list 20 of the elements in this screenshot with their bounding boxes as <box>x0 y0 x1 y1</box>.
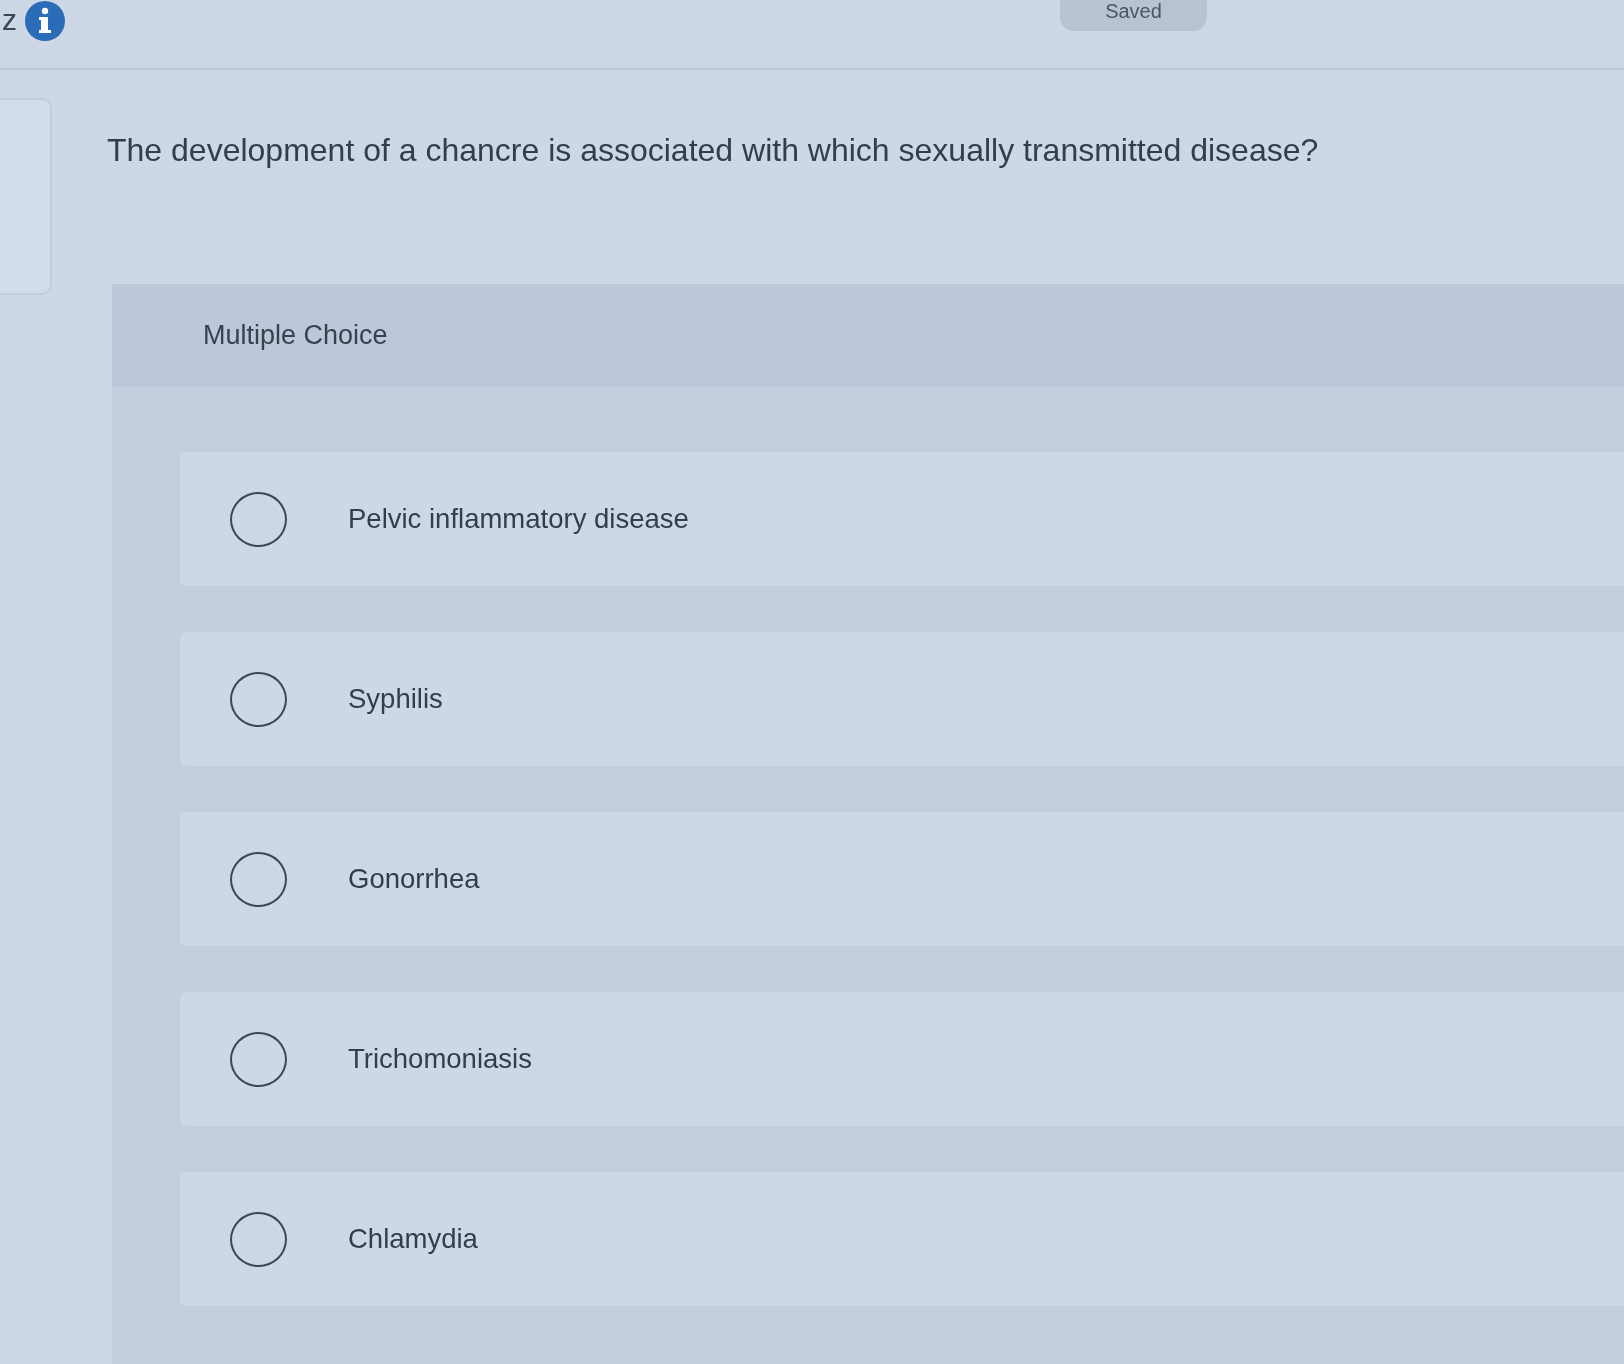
answer-option[interactable]: Chlamydia <box>180 1172 1624 1306</box>
option-label: Chlamydia <box>348 1223 478 1255</box>
option-label: Pelvic inflammatory disease <box>348 503 689 535</box>
radio-button[interactable] <box>230 491 287 547</box>
radio-button[interactable] <box>230 1211 287 1267</box>
radio-button[interactable] <box>230 1031 287 1087</box>
answer-option[interactable]: Gonorrhea <box>180 812 1624 946</box>
question-type-label: Multiple Choice <box>203 320 388 351</box>
radio-button[interactable] <box>230 851 287 907</box>
option-label: Trichomoniasis <box>348 1043 532 1075</box>
info-icon[interactable] <box>24 0 66 42</box>
option-label: Gonorrhea <box>348 863 480 895</box>
question-text: The development of a chancre is associated with which sexually transmitted disease? <box>107 131 1319 170</box>
option-label: Syphilis <box>348 683 443 715</box>
answer-option[interactable]: Trichomoniasis <box>180 992 1624 1126</box>
header-title-fragment: z <box>2 2 18 38</box>
saved-status: Saved <box>1060 0 1207 31</box>
answer-option[interactable]: Syphilis <box>180 632 1624 766</box>
radio-button[interactable] <box>230 671 287 727</box>
answer-option[interactable]: Pelvic inflammatory disease <box>180 452 1624 586</box>
